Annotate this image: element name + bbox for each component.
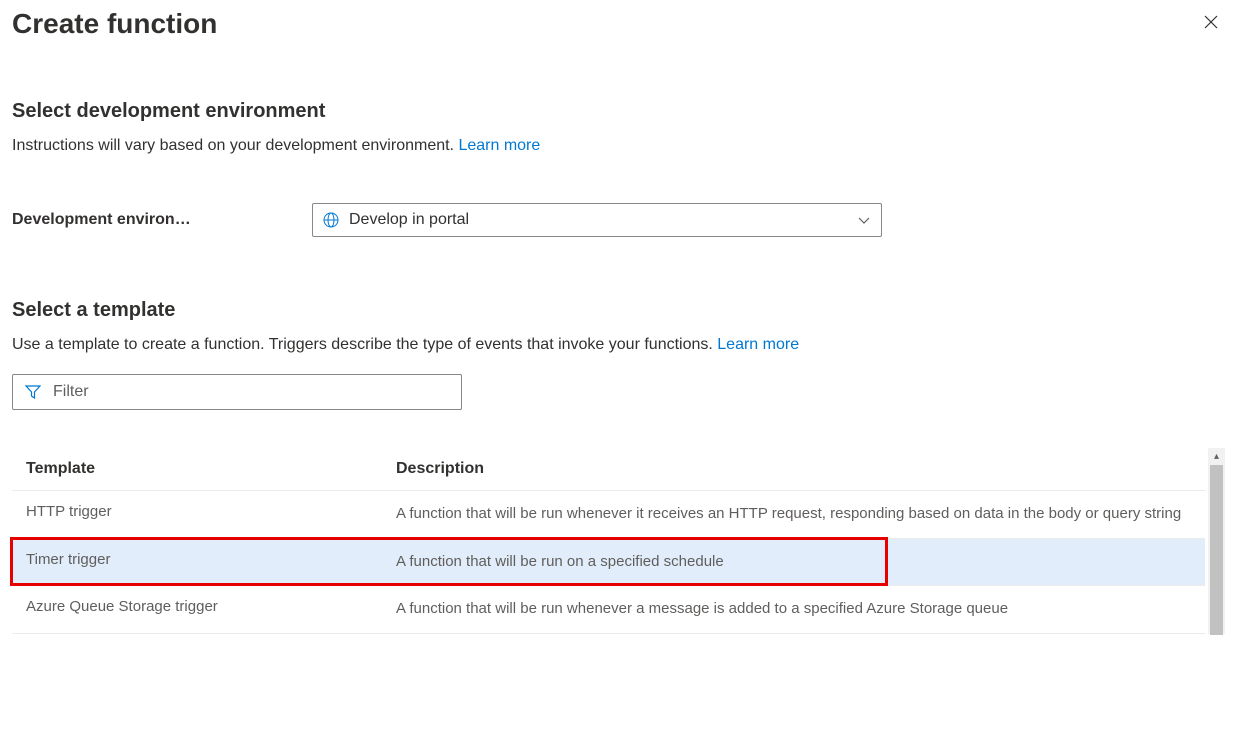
scrollbar-up-arrow-icon[interactable]: ▴ bbox=[1208, 448, 1225, 465]
row-description: A function that will be run on a specifi… bbox=[396, 551, 1191, 574]
template-section-title: Select a template bbox=[12, 299, 1225, 322]
template-table: Template Description HTTP trigger A func… bbox=[12, 448, 1225, 634]
env-learn-more-link[interactable]: Learn more bbox=[458, 137, 540, 154]
table-row[interactable]: HTTP trigger A function that will be run… bbox=[12, 491, 1205, 539]
table-row[interactable]: Timer trigger A function that will be ru… bbox=[12, 539, 1205, 587]
env-desc-text: Instructions will vary based on your dev… bbox=[12, 137, 458, 154]
template-section-desc: Use a template to create a function. Tri… bbox=[12, 336, 1225, 354]
filter-icon bbox=[25, 384, 41, 400]
dev-env-dropdown[interactable]: Develop in portal bbox=[312, 203, 882, 237]
dev-env-label: Development environ… bbox=[12, 211, 292, 229]
row-template-name: Azure Queue Storage trigger bbox=[26, 598, 396, 615]
table-row[interactable]: Azure Queue Storage trigger A function t… bbox=[12, 586, 1205, 634]
env-section-title: Select development environment bbox=[12, 100, 1225, 123]
chevron-down-icon bbox=[857, 213, 871, 227]
template-desc-text: Use a template to create a function. Tri… bbox=[12, 336, 717, 353]
col-header-template[interactable]: Template bbox=[26, 460, 396, 478]
row-description: A function that will be run whenever a m… bbox=[396, 598, 1191, 621]
col-header-description[interactable]: Description bbox=[396, 460, 1191, 478]
globe-icon bbox=[323, 212, 339, 228]
page-title: Create function bbox=[12, 8, 217, 40]
row-description: A function that will be run whenever it … bbox=[396, 503, 1191, 526]
row-template-name: HTTP trigger bbox=[26, 503, 396, 520]
filter-box[interactable] bbox=[12, 374, 462, 410]
dropdown-value: Develop in portal bbox=[349, 211, 857, 229]
close-icon bbox=[1203, 14, 1219, 34]
scrollbar-thumb[interactable] bbox=[1210, 465, 1223, 635]
close-button[interactable] bbox=[1197, 8, 1225, 39]
row-template-name: Timer trigger bbox=[26, 551, 396, 568]
env-section-desc: Instructions will vary based on your dev… bbox=[12, 137, 1225, 155]
table-header: Template Description bbox=[12, 448, 1205, 491]
template-learn-more-link[interactable]: Learn more bbox=[717, 336, 799, 353]
scrollbar[interactable]: ▴ bbox=[1208, 448, 1225, 634]
filter-input[interactable] bbox=[53, 383, 449, 401]
